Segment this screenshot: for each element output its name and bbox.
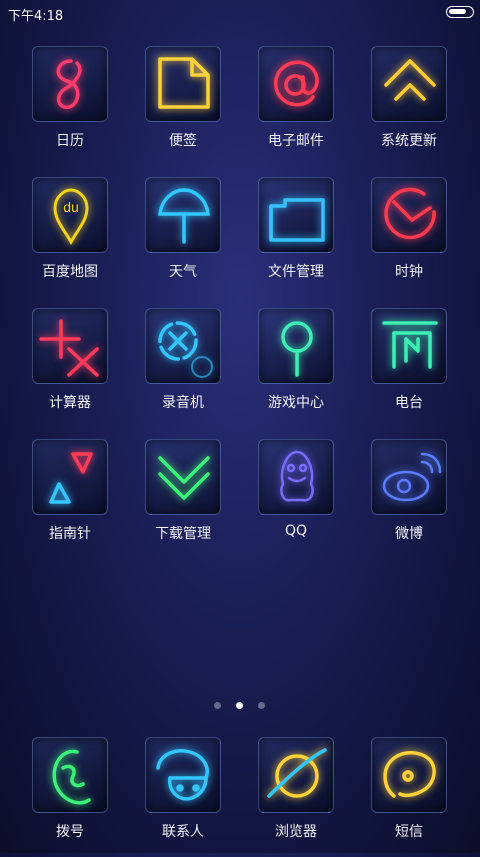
compass-icon: [32, 439, 108, 515]
messages-icon: [371, 737, 447, 813]
app-label: 电子邮件: [268, 133, 324, 149]
app-label: 指南针: [49, 526, 91, 542]
app-label: 计算器: [49, 395, 91, 411]
app-label: 百度地图: [42, 264, 98, 280]
app-label: 录音机: [162, 395, 204, 411]
app-label: 微博: [395, 526, 423, 542]
status-time: 下午4:18: [8, 9, 64, 24]
app-weibo[interactable]: 微博: [353, 439, 465, 559]
qq-penguin-icon: [258, 439, 334, 515]
app-label: 短信: [395, 824, 423, 840]
calculator-icon: [32, 308, 108, 384]
app-calendar[interactable]: 日历: [14, 46, 126, 166]
app-label: 电台: [395, 395, 423, 411]
radio-icon: [371, 308, 447, 384]
app-label: 联系人: [162, 824, 204, 840]
calendar-icon: [32, 46, 108, 122]
system-update-icon: [371, 46, 447, 122]
notes-icon: [145, 46, 221, 122]
app-system-update[interactable]: 系统更新: [353, 46, 465, 166]
page-dot[interactable]: [236, 702, 243, 709]
weather-umbrella-icon: [145, 177, 221, 253]
app-label: 时钟: [395, 264, 423, 280]
clock-icon: [371, 177, 447, 253]
app-file-manager[interactable]: 文件管理: [240, 177, 352, 297]
app-compass[interactable]: 指南针: [14, 439, 126, 559]
app-download[interactable]: 下载管理: [127, 439, 239, 559]
app-label: 下载管理: [155, 526, 211, 542]
recorder-icon: [145, 308, 221, 384]
app-email[interactable]: 电子邮件: [240, 46, 352, 166]
email-icon: [258, 46, 334, 122]
app-label: 便签: [169, 133, 197, 149]
dock-browser[interactable]: 浏览器: [240, 737, 352, 857]
page-dot[interactable]: [214, 702, 221, 709]
app-calculator[interactable]: 计算器: [14, 308, 126, 428]
app-weather[interactable]: 天气: [127, 177, 239, 297]
game-center-icon: [258, 308, 334, 384]
app-clock[interactable]: 时钟: [353, 177, 465, 297]
page-dot[interactable]: [258, 702, 265, 709]
phone-dialer-icon: [32, 737, 108, 813]
app-label: 游戏中心: [268, 395, 324, 411]
svg-text:du: du: [63, 199, 79, 215]
app-radio[interactable]: 电台: [353, 308, 465, 428]
app-label: 天气: [169, 264, 197, 280]
app-baidu-map[interactable]: du 百度地图: [14, 177, 126, 297]
download-icon: [145, 439, 221, 515]
dock-contacts[interactable]: 联系人: [127, 737, 239, 857]
browser-icon: [258, 737, 334, 813]
app-qq[interactable]: QQ: [240, 439, 352, 559]
app-label: 系统更新: [381, 133, 437, 149]
app-label: 拨号: [56, 824, 84, 840]
app-notes[interactable]: 便签: [127, 46, 239, 166]
app-label: 日历: [56, 133, 84, 149]
app-label: 浏览器: [275, 824, 317, 840]
dock-messages[interactable]: 短信: [353, 737, 465, 857]
dock-phone[interactable]: 拨号: [14, 737, 126, 857]
baidu-map-icon: du: [32, 177, 108, 253]
app-game-center[interactable]: 游戏中心: [240, 308, 352, 428]
status-bar: 下午4:18: [0, 0, 480, 28]
app-label: 文件管理: [268, 264, 324, 280]
file-manager-icon: [258, 177, 334, 253]
page-indicator[interactable]: [214, 702, 266, 710]
battery-icon: [446, 6, 474, 18]
app-recorder[interactable]: 录音机: [127, 308, 239, 428]
app-label: QQ: [284, 523, 308, 539]
battery-level: [449, 9, 466, 14]
contacts-icon: [145, 737, 221, 813]
weibo-icon: [371, 439, 447, 515]
